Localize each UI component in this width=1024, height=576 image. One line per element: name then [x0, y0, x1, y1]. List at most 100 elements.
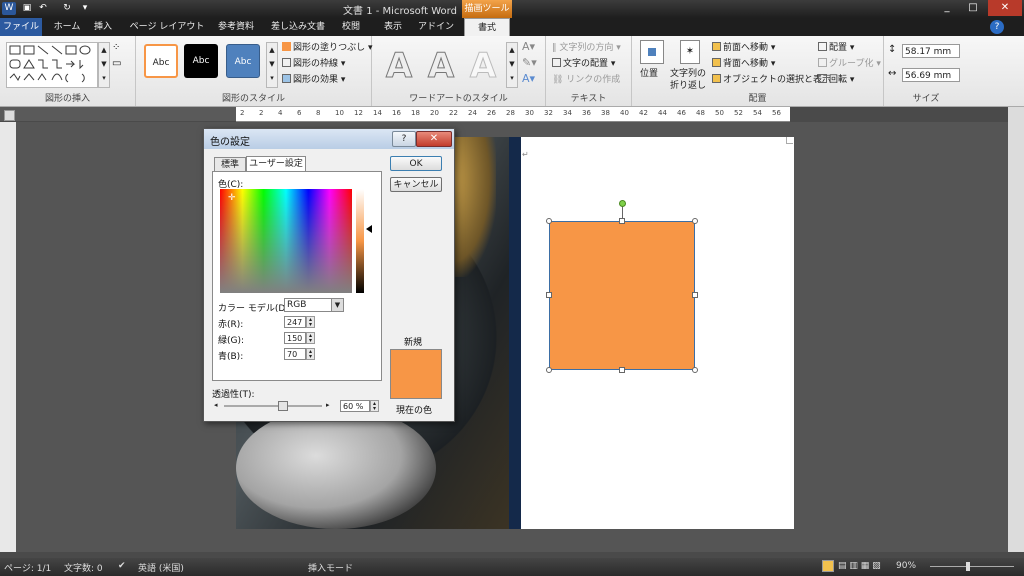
shape-width-value: 56.69 mm — [905, 71, 952, 81]
help-icon[interactable]: ? — [990, 20, 1004, 34]
wordart-style-3[interactable]: A — [464, 46, 502, 87]
bring-forward-button[interactable]: 前面へ移動 ▾ — [712, 40, 775, 53]
rotate-button[interactable]: 回転 ▾ — [818, 72, 854, 85]
qat-customize-icon[interactable]: ▾ — [78, 2, 92, 15]
slider-left-arrow[interactable]: ◂ — [214, 401, 218, 409]
red-spinner[interactable]: ▴ ▾ — [306, 316, 315, 328]
text-outline-icon[interactable]: ✎▾ — [522, 56, 537, 69]
insert-mode[interactable]: 挿入モード — [308, 561, 353, 574]
wordart-gallery-scroll[interactable]: ▲ ▼ ▾ — [506, 42, 518, 88]
shape-style-orange-outline[interactable]: Abc — [144, 44, 178, 78]
slider-thumb[interactable] — [278, 401, 288, 411]
language-indicator[interactable]: 英語 (米国) — [138, 561, 184, 574]
align-button[interactable]: 配置 ▾ — [818, 40, 854, 53]
tab-format[interactable]: 書式 — [464, 18, 510, 36]
gallery-scroll[interactable]: ▲ ▼ ▾ — [98, 42, 110, 88]
zoom-level[interactable]: 90% — [896, 561, 916, 571]
tab-custom[interactable]: ユーザー設定 — [246, 156, 306, 172]
shape-fill-button[interactable]: 図形の塗りつぶし ▾ — [282, 40, 372, 53]
save-icon[interactable]: ▣ — [20, 2, 34, 15]
redo-icon[interactable]: ↻ — [60, 2, 74, 15]
create-link-button[interactable]: ⛓ リンクの作成 — [552, 72, 620, 85]
rotation-handle[interactable] — [619, 200, 626, 207]
shape-effects-button[interactable]: 図形の効果 ▾ — [282, 72, 345, 85]
word-count[interactable]: 文字数: 0 — [64, 561, 103, 574]
green-spinner[interactable]: ▴ ▾ — [306, 332, 315, 344]
slider-right-arrow[interactable]: ▸ — [326, 401, 330, 409]
green-input[interactable]: 150 — [284, 332, 306, 344]
zoom-thumb[interactable] — [966, 562, 970, 571]
maximize-button[interactable]: □ — [960, 0, 986, 16]
tab-addins[interactable]: アドイン — [416, 18, 456, 36]
word-app-icon[interactable]: W — [2, 2, 16, 15]
dialog-close-button[interactable]: ✕ — [416, 131, 452, 147]
tab-file[interactable]: ファイル — [0, 18, 42, 36]
proofing-icon[interactable]: ✔ — [118, 561, 126, 571]
text-box-icon[interactable]: ▭ — [112, 58, 121, 69]
spectrum-crosshair: ✛ — [228, 193, 236, 203]
transparency-spinner[interactable]: ▴ ▾ — [370, 400, 379, 412]
shape-style-black[interactable]: Abc — [184, 44, 218, 78]
color-model-select[interactable]: RGB ▼ — [284, 298, 344, 312]
edit-shape-icon[interactable]: ⁘ — [112, 42, 120, 53]
selection-pane-button[interactable]: オブジェクトの選択と表示 — [712, 72, 831, 85]
cancel-button[interactable]: キャンセル — [390, 177, 442, 192]
dialog-help-button[interactable]: ? — [392, 131, 416, 147]
wordart-style-1[interactable]: A — [380, 46, 418, 87]
selected-rectangle-shape[interactable] — [549, 221, 695, 370]
styles-gallery-scroll[interactable]: ▲ ▼ ▾ — [266, 42, 278, 88]
resize-handle-bottom-left[interactable] — [546, 367, 552, 373]
wordart-style-2[interactable]: A — [422, 46, 460, 87]
red-input[interactable]: 247 — [284, 316, 306, 328]
text-align-button[interactable]: 文字の配置 ▾ — [552, 56, 615, 69]
shape-height-input[interactable]: 58.17 mm — [902, 44, 960, 58]
view-buttons[interactable]: ▤ ▥ ▦ ▧ — [838, 561, 881, 571]
tab-home[interactable]: ホーム — [52, 18, 82, 36]
minimize-button[interactable]: _ — [934, 0, 960, 16]
tab-mailings[interactable]: 差し込み文書 — [266, 18, 330, 36]
resize-handle-top[interactable] — [619, 218, 625, 224]
group-button[interactable]: グループ化 ▾ — [818, 56, 881, 69]
wrap-text-label-2[interactable]: 折り返し — [670, 78, 706, 91]
undo-icon[interactable]: ↶ — [36, 2, 50, 15]
transparency-input[interactable]: 60 % — [340, 400, 370, 412]
tab-review[interactable]: 校閲 — [338, 18, 364, 36]
position-label[interactable]: 位置 — [640, 66, 658, 79]
page-indicator[interactable]: ページ: 1/1 — [4, 561, 51, 574]
blue-input[interactable]: 70 — [284, 348, 306, 360]
zoom-slider[interactable] — [930, 566, 1014, 567]
tab-standard[interactable]: 標準 — [214, 157, 246, 172]
tab-insert[interactable]: 挿入 — [90, 18, 116, 36]
shape-style-blue[interactable]: Abc — [226, 44, 260, 78]
resize-handle-left[interactable] — [546, 292, 552, 298]
print-layout-view-icon[interactable] — [822, 560, 834, 572]
send-backward-button[interactable]: 背面へ移動 ▾ — [712, 56, 775, 69]
luminance-arrow[interactable] — [366, 225, 372, 233]
resize-handle-top-right[interactable] — [692, 218, 698, 224]
shape-outline-button[interactable]: 図形の枠線 ▾ — [282, 56, 345, 69]
resize-handle-bottom-right[interactable] — [692, 367, 698, 373]
text-direction-button[interactable]: ‖ 文字列の方向 ▾ — [552, 40, 621, 53]
position-icon[interactable] — [640, 40, 664, 64]
vertical-scrollbar[interactable] — [1008, 107, 1024, 552]
luminance-slider[interactable] — [356, 189, 364, 293]
tab-page-layout[interactable]: ページ レイアウト — [128, 18, 206, 36]
tab-view[interactable]: 表示 — [378, 18, 408, 36]
resize-handle-top-left[interactable] — [546, 218, 552, 224]
shape-width-input[interactable]: 56.69 mm — [902, 68, 960, 82]
wrap-text-icon[interactable]: ✶ — [680, 40, 700, 64]
tab-references[interactable]: 参考資料 — [212, 18, 260, 36]
text-fill-icon[interactable]: A▾ — [522, 40, 535, 53]
navy-bar-shape[interactable] — [509, 137, 521, 529]
close-button[interactable]: ✕ — [988, 0, 1022, 16]
dialog-title-bar[interactable]: 色の設定 ? ✕ — [204, 129, 454, 149]
shapes-gallery[interactable] — [6, 42, 98, 88]
resize-handle-right[interactable] — [692, 292, 698, 298]
ok-button[interactable]: OK — [390, 156, 442, 171]
tab-selector-icon[interactable] — [4, 110, 15, 121]
blue-spinner[interactable]: ▴ ▾ — [306, 348, 315, 360]
transparency-slider[interactable]: ◂ ▸ — [214, 401, 332, 411]
resize-handle-bottom[interactable] — [619, 367, 625, 373]
color-spectrum[interactable] — [220, 189, 352, 293]
text-effects-icon[interactable]: A▾ — [522, 72, 535, 85]
